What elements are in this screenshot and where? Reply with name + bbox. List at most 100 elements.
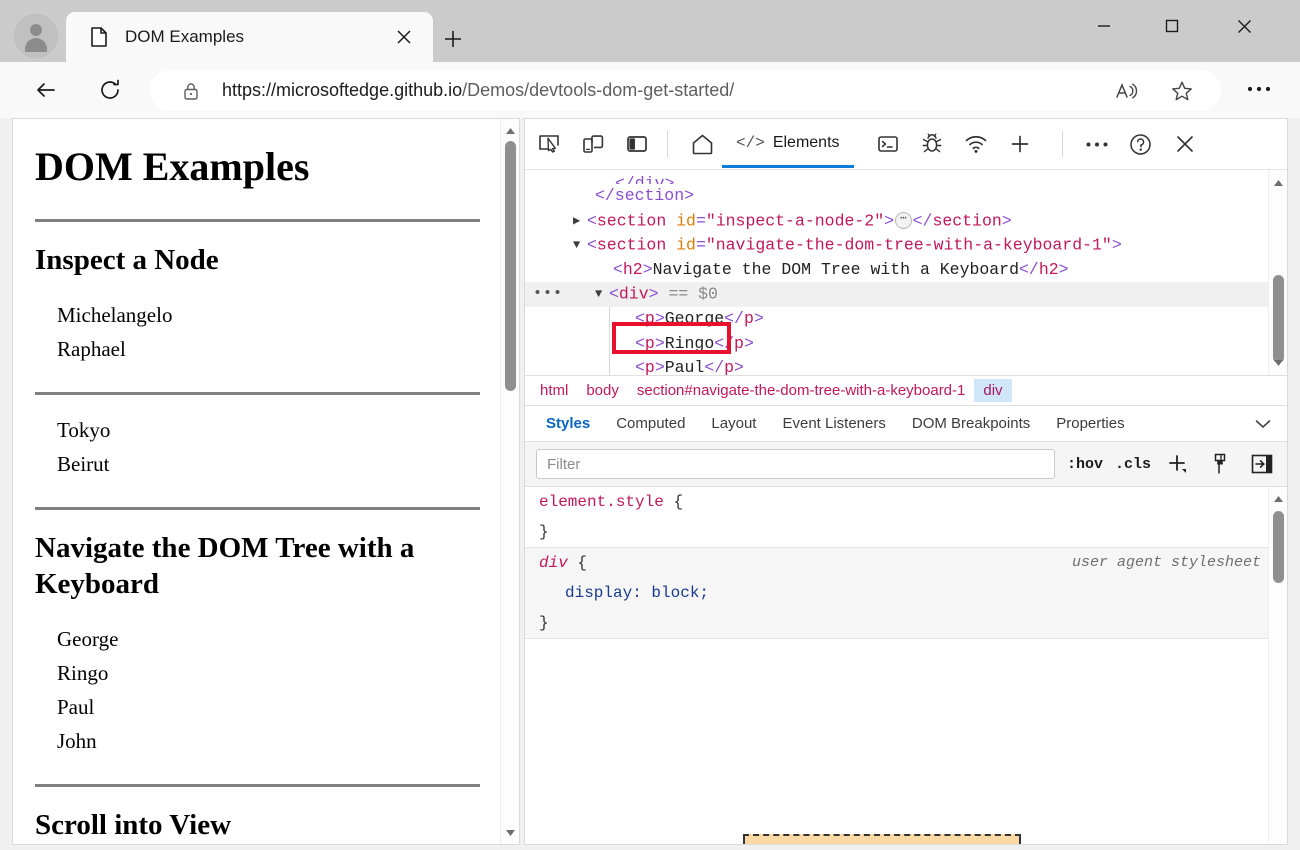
dom-tree-scrollbar-thumb[interactable] [1273,275,1284,363]
dom-tree-row[interactable]: <h2>Navigate the DOM Tree with a Keyboar… [525,258,1269,283]
collapse-triangle-icon[interactable]: ▼ [573,233,586,258]
dom-text-node: Navigate the DOM Tree with a Keyboard [652,259,1019,279]
scroll-up-icon[interactable] [501,121,519,140]
console-button[interactable] [868,124,908,164]
section-heading: Scroll into View [35,809,232,841]
expand-children-badge[interactable]: ⋯ [895,212,912,230]
chevron-down-icon[interactable] [1255,419,1271,429]
more-tools-button[interactable] [1077,124,1117,164]
scroll-down-icon[interactable] [1269,353,1287,372]
window-close-button[interactable] [1216,0,1272,52]
dom-code: </div> [615,174,675,184]
dom-tree-row[interactable]: ▼ <section id="navigate-the-dom-tree-with… [525,233,1269,258]
scroll-up-icon[interactable] [1269,173,1287,192]
dom-tree-row[interactable]: ▶ <section id="inspect-a-node-2"> ⋯ </secti… [525,209,1269,234]
browser-tab[interactable]: DOM Examples [66,12,433,62]
code-brackets-icon: </> [736,133,765,152]
css-rule-element-style[interactable]: element.style { } [525,487,1287,547]
styles-pane[interactable]: element.style { } user agent stylesheet … [525,487,1287,844]
close-devtools-button[interactable] [1165,124,1205,164]
page-scrollbar-thumb[interactable] [505,141,516,391]
device-emulation-button[interactable] [573,124,613,164]
page-document: DOM Examples Inspect a Node Michelangelo… [13,119,502,844]
tab-layout[interactable]: Layout [698,409,769,439]
dom-text-node: Ringo [664,333,715,353]
copy-styles-button[interactable] [1247,449,1277,479]
toggle-class-button[interactable]: .cls [1115,456,1151,473]
tab-properties[interactable]: Properties [1043,409,1137,439]
dom-tree[interactable]: </div> </section> ▶ <section id="inspect-… [525,170,1269,375]
toggle-element-state-button[interactable]: :hov [1067,456,1103,473]
tab-dom-breakpoints[interactable]: DOM Breakpoints [899,409,1043,439]
styles-scrollbar-thumb[interactable] [1273,511,1284,583]
tab-computed[interactable]: Computed [603,409,698,439]
dom-tree-row[interactable]: </section> [525,184,1269,209]
scroll-up-icon[interactable] [1269,489,1287,508]
navigation-bar: https://microsoftedge.github.io/Demos/de… [0,62,1300,118]
dom-tree-row-selected[interactable]: ••• ▼ <div> == $0 [525,282,1269,307]
css-selector[interactable]: div [539,554,568,572]
breadcrumb-item-html[interactable]: html [531,379,577,402]
collapse-triangle-icon[interactable]: ▼ [595,282,608,307]
new-tab-button[interactable] [436,22,470,56]
console-icon [877,136,898,152]
breadcrumb[interactable]: html body section#navigate-the-dom-tree-… [525,375,1287,405]
inspect-element-icon [539,135,559,153]
browser-settings-button[interactable] [1242,75,1276,103]
dom-tree-panel[interactable]: </div> </section> ▶ <section id="inspect-… [525,170,1287,375]
devtools-home-button[interactable] [682,124,722,164]
network-button[interactable] [956,124,996,164]
breadcrumb-item-section[interactable]: section#navigate-the-dom-tree-with-a-key… [628,379,975,402]
dom-tree-row-clipped[interactable]: </div> [525,172,1269,184]
node-context-menu-icon[interactable]: ••• [533,282,563,307]
window-maximize-button[interactable] [1144,0,1200,52]
css-selector-line[interactable]: element.style { [539,487,1273,517]
scroll-down-icon[interactable] [501,823,519,842]
expand-triangle-icon[interactable]: ▶ [573,209,586,234]
breadcrumb-item-body[interactable]: body [577,379,628,402]
reload-button[interactable] [92,72,128,108]
box-model-diagram[interactable] [525,834,1269,844]
star-icon[interactable] [1165,74,1199,108]
add-tool-button[interactable] [1000,124,1040,164]
ellipsis-icon [1086,142,1108,146]
dock-side-button[interactable] [617,124,657,164]
tab-elements[interactable]: </> Elements [722,121,854,168]
dom-tree-row[interactable]: <p>Ringo</p> [525,331,1269,357]
breadcrumb-item-div[interactable]: div [974,379,1012,402]
tab-event-listeners[interactable]: Event Listeners [769,409,898,439]
filter-input[interactable]: Filter [536,449,1055,479]
tab-styles[interactable]: Styles [533,409,603,439]
dom-tree-row[interactable]: <p>Paul</p> [525,356,1269,375]
back-button[interactable] [28,72,64,108]
window-minimize-button[interactable] [1076,0,1132,52]
read-aloud-icon[interactable] [1109,74,1143,108]
debugger-button[interactable] [912,124,952,164]
url-text[interactable]: https://microsoftedge.github.io/Demos/de… [222,80,1109,101]
divider [35,506,480,510]
minimize-icon [1098,25,1110,27]
css-property-name[interactable]: display: [565,584,642,602]
dom-tree-scrollbar[interactable] [1268,170,1287,375]
list-item: George [57,627,119,652]
help-button[interactable] [1121,124,1161,164]
new-style-rule-button[interactable] [1163,449,1193,479]
page-scrollbar[interactable] [500,119,519,844]
css-declaration[interactable]: display: block; [539,578,1273,608]
plus-new-style-rule-icon [1169,455,1186,473]
css-rule-div-user-agent[interactable]: user agent stylesheet div { display: blo… [525,547,1287,639]
color-format-button[interactable] [1205,449,1235,479]
divider [35,784,480,787]
box-model-margin-box[interactable] [743,834,1021,844]
address-bar[interactable]: https://microsoftedge.github.io/Demos/de… [150,70,1221,111]
dom-tree-row[interactable]: <p>George</p> [525,306,1269,332]
profile-avatar-button[interactable] [14,14,58,58]
styles-scrollbar[interactable] [1268,487,1287,844]
css-selector[interactable]: element.style [539,493,664,511]
inspect-element-button[interactable] [529,124,569,164]
filter-placeholder: Filter [547,455,581,473]
css-property-value[interactable]: block; [651,584,709,602]
dom-tag-name: div [618,285,649,305]
list-item: Ringo [57,661,109,686]
close-icon[interactable] [389,22,419,52]
